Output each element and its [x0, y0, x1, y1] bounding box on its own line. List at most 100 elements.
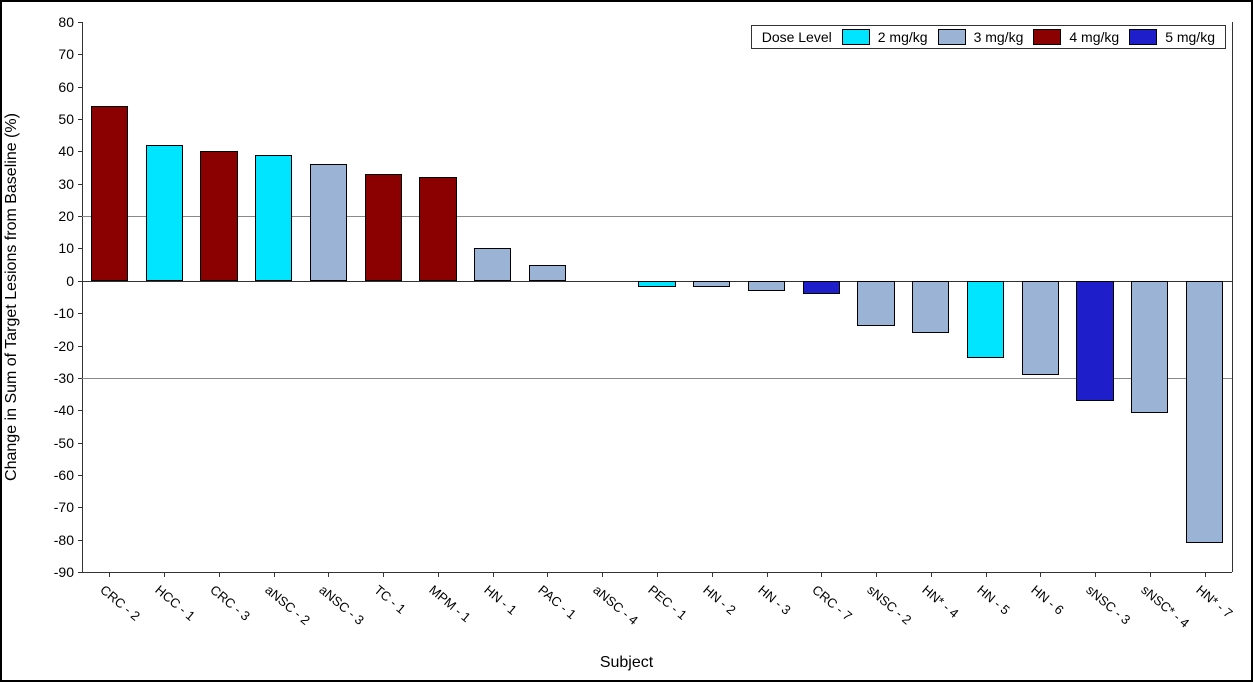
x-axis-title: Subject: [600, 654, 653, 672]
x-tick-mark: [328, 572, 329, 577]
legend-swatch-2mg: [842, 29, 870, 45]
y-tick-label: 10: [2, 240, 74, 256]
legend-label-4mg: 4 mg/kg: [1069, 29, 1119, 45]
bar: [1076, 281, 1113, 401]
x-tick-label: TC - 1: [372, 582, 409, 617]
bar: [365, 174, 402, 281]
legend-item-2mg: 2 mg/kg: [842, 29, 928, 45]
x-tick-mark: [438, 572, 439, 577]
y-axis-title: Change in Sum of Target Lesions from Bas…: [3, 113, 21, 481]
bar: [857, 281, 894, 326]
x-tick-label: PAC - 1: [536, 582, 580, 622]
x-tick-label: aNSC - 2: [262, 582, 313, 628]
y-tick-mark: [78, 54, 82, 55]
bar: [1131, 281, 1168, 414]
x-tick-label: CRC - 2: [98, 582, 144, 624]
y-tick-label: -10: [2, 305, 74, 321]
x-tick-label: sNSC - 3: [1083, 582, 1133, 627]
legend: Dose Level 2 mg/kg 3 mg/kg 4 mg/kg 5 mg/…: [751, 25, 1226, 49]
x-tick-mark: [547, 572, 548, 577]
y-tick-label: 30: [2, 176, 74, 192]
x-tick-label: MPM - 1: [426, 582, 473, 625]
x-tick-label: aNSC - 3: [317, 582, 368, 628]
reference-line: [82, 378, 1232, 379]
x-tick-mark: [931, 572, 932, 577]
y-tick-label: 40: [2, 143, 74, 159]
x-tick-mark: [109, 572, 110, 577]
bar: [91, 106, 128, 281]
bar: [693, 281, 730, 287]
y-tick-mark: [78, 119, 82, 120]
y-tick-mark: [78, 410, 82, 411]
x-tick-mark: [986, 572, 987, 577]
bar: [146, 145, 183, 281]
legend-item-3mg: 3 mg/kg: [938, 29, 1024, 45]
x-tick-label: CRC - 3: [207, 582, 253, 624]
bar: [1186, 281, 1223, 543]
y-tick-mark: [78, 248, 82, 249]
x-tick-label: HCC - 1: [152, 582, 198, 624]
x-tick-mark: [712, 572, 713, 577]
legend-swatch-3mg: [938, 29, 966, 45]
y-tick-mark: [78, 540, 82, 541]
plot-area: [82, 22, 1233, 572]
x-tick-label: HN - 3: [755, 582, 793, 618]
x-tick-mark: [657, 572, 658, 577]
y-tick-label: -80: [2, 532, 74, 548]
y-tick-mark: [78, 151, 82, 152]
x-tick-mark: [767, 572, 768, 577]
y-tick-mark: [78, 346, 82, 347]
bar: [200, 151, 237, 280]
y-tick-mark: [78, 313, 82, 314]
x-tick-mark: [274, 572, 275, 577]
x-tick-mark: [1150, 572, 1151, 577]
x-tick-label: sNSC - 2: [864, 582, 914, 627]
x-tick-label: sNSC* - 4: [1138, 582, 1192, 631]
y-tick-label: -40: [2, 402, 74, 418]
x-tick-mark: [383, 572, 384, 577]
bar: [474, 248, 511, 280]
y-tick-label: 0: [2, 273, 74, 289]
x-tick-mark: [602, 572, 603, 577]
y-tick-label: 60: [2, 79, 74, 95]
bar: [638, 281, 675, 287]
legend-swatch-4mg: [1033, 29, 1061, 45]
y-tick-label: -90: [2, 564, 74, 580]
y-tick-mark: [78, 22, 82, 23]
bar: [748, 281, 785, 291]
bar: [803, 281, 840, 294]
x-tick-mark: [493, 572, 494, 577]
y-tick-label: 70: [2, 46, 74, 62]
y-tick-mark: [78, 475, 82, 476]
legend-item-5mg: 5 mg/kg: [1129, 29, 1215, 45]
bar: [967, 281, 1004, 359]
x-tick-label: HN - 2: [700, 582, 738, 618]
x-tick-mark: [876, 572, 877, 577]
chart-frame: Change in Sum of Target Lesions from Bas…: [0, 0, 1253, 682]
x-tick-label: aNSC - 4: [591, 582, 642, 628]
y-tick-label: -30: [2, 370, 74, 386]
bar: [255, 155, 292, 281]
y-tick-mark: [78, 507, 82, 508]
x-tick-mark: [821, 572, 822, 577]
y-tick-label: -20: [2, 338, 74, 354]
x-tick-label: HN* - 7: [1193, 582, 1235, 621]
x-tick-label: HN - 6: [1029, 582, 1067, 618]
x-tick-mark: [1040, 572, 1041, 577]
x-tick-label: CRC - 7: [810, 582, 856, 624]
legend-label-2mg: 2 mg/kg: [878, 29, 928, 45]
y-tick-label: 20: [2, 208, 74, 224]
x-tick-label: PEC - 1: [645, 582, 690, 623]
x-tick-label: HN - 5: [974, 582, 1012, 618]
x-tick-label: HN* - 4: [919, 582, 961, 621]
y-tick-mark: [78, 87, 82, 88]
x-tick-mark: [219, 572, 220, 577]
y-tick-label: -70: [2, 499, 74, 515]
bar: [419, 177, 456, 281]
y-tick-mark: [78, 443, 82, 444]
bar: [1022, 281, 1059, 375]
y-tick-label: -50: [2, 435, 74, 451]
y-tick-label: 80: [2, 14, 74, 30]
x-tick-mark: [1095, 572, 1096, 577]
legend-label-5mg: 5 mg/kg: [1165, 29, 1215, 45]
